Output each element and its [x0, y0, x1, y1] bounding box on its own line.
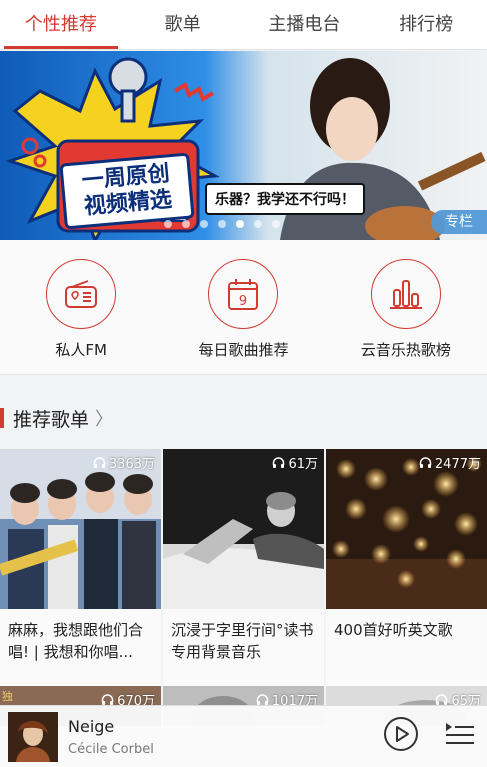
now-playing-artist: Cécile Corbel — [68, 741, 154, 757]
promo-banner[interactable]: 一周原创 视频精选 乐器？我学还不行吗！ 专栏 — [0, 51, 487, 240]
cover-image — [163, 449, 324, 609]
banner-dot[interactable] — [182, 220, 190, 228]
banner-dot[interactable] — [254, 220, 262, 228]
playlist-card[interactable]: 3363万 麻麻，我想跟他们合唱! | 我想和你唱... — [0, 449, 161, 687]
tab-recommend[interactable]: 个性推荐 — [0, 0, 122, 49]
radio-icon — [65, 280, 98, 308]
playlist-cover: 2477万 — [326, 449, 487, 609]
feature-hot-chart[interactable]: 云音乐热歌榜 — [325, 240, 487, 374]
calendar-day: 9 — [239, 294, 247, 309]
album-art[interactable] — [8, 711, 58, 762]
playlist-card[interactable]: 61万 沉浸于字里行间°读书专用背景音乐 — [163, 449, 324, 687]
headphones-icon — [93, 456, 106, 468]
headphones-icon — [101, 693, 114, 705]
playlist-title: 麻麻，我想跟他们合唱! | 我想和你唱... — [8, 621, 144, 661]
banner-dot[interactable] — [164, 220, 172, 228]
feature-label: 每日歌曲推荐 — [198, 341, 289, 359]
cover-image — [326, 449, 487, 609]
exclusive-badge: 独 — [2, 690, 13, 703]
feature-icon-circle: 9 — [208, 259, 279, 329]
play-count-value: 61万 — [288, 457, 318, 472]
top-tab-bar: 个性推荐 歌单 主播电台 排行榜 — [0, 0, 487, 50]
play-count: 2477万 — [419, 453, 481, 472]
album-art-image — [8, 711, 58, 762]
feature-label: 云音乐热歌榜 — [360, 341, 451, 359]
tab-charts[interactable]: 排行榜 — [365, 0, 487, 49]
banner-speech-bubble: 乐器？我学还不行吗！ — [205, 183, 365, 215]
feature-daily-recommend[interactable]: 9 每日歌曲推荐 — [162, 240, 324, 374]
play-count-value: 3363万 — [108, 457, 155, 472]
banner-dot[interactable] — [218, 220, 226, 228]
play-count: 3363万 — [93, 453, 155, 472]
banner-pagination — [164, 220, 280, 228]
headphones-icon — [436, 693, 448, 705]
feature-label: 私人FM — [55, 341, 107, 359]
banner-dot[interactable] — [272, 220, 280, 228]
banner-dot[interactable] — [200, 220, 208, 228]
cover-image — [0, 449, 161, 609]
banner-dot-active[interactable] — [236, 220, 244, 228]
playlist-cover: 61万 — [163, 449, 324, 609]
now-playing-info[interactable]: Neige Cécile Corbel — [68, 717, 154, 757]
chevron-right-icon: 〉 — [95, 409, 114, 430]
recommended-playlists-header[interactable]: 推荐歌单 〉 — [0, 400, 487, 436]
playlist-title: 沉浸于字里行间°读书专用背景音乐 — [171, 621, 314, 661]
tab-radio[interactable]: 主播电台 — [244, 0, 366, 49]
headphones-icon — [419, 456, 432, 468]
feature-icon-circle — [370, 259, 441, 329]
play-count-value: 2477万 — [434, 457, 481, 472]
play-button[interactable] — [383, 716, 419, 752]
tab-playlists[interactable]: 歌单 — [122, 0, 244, 49]
banner-headline: 一周原创 视频精选 — [59, 152, 195, 230]
playlist-queue-button[interactable] — [445, 721, 475, 747]
player-controls — [383, 716, 475, 752]
now-playing-title: Neige — [68, 716, 115, 736]
banner-tag: 专栏 — [431, 210, 487, 234]
playlist-cover: 3363万 — [0, 449, 161, 609]
playlist-title: 400首好听英文歌 — [334, 621, 453, 639]
playlist-card[interactable]: 2477万 400首好听英文歌 — [326, 449, 487, 687]
headphones-icon — [256, 693, 269, 705]
feature-private-fm[interactable]: 私人FM — [0, 240, 162, 374]
chart-icon — [389, 280, 422, 309]
calendar-icon: 9 — [228, 279, 259, 310]
feature-icon-circle — [46, 259, 117, 329]
play-count: 61万 — [272, 453, 318, 472]
feature-shortcuts: 私人FM 9 每日歌曲推荐 云音乐热歌榜 — [0, 240, 487, 375]
section-accent-bar — [0, 408, 4, 428]
headphones-icon — [273, 456, 285, 468]
section-title: 推荐歌单 — [13, 408, 90, 431]
playlist-grid: 3363万 麻麻，我想跟他们合唱! | 我想和你唱... 61万 沉浸于字里行间… — [0, 449, 487, 687]
mini-player[interactable]: Neige Cécile Corbel — [0, 705, 487, 767]
